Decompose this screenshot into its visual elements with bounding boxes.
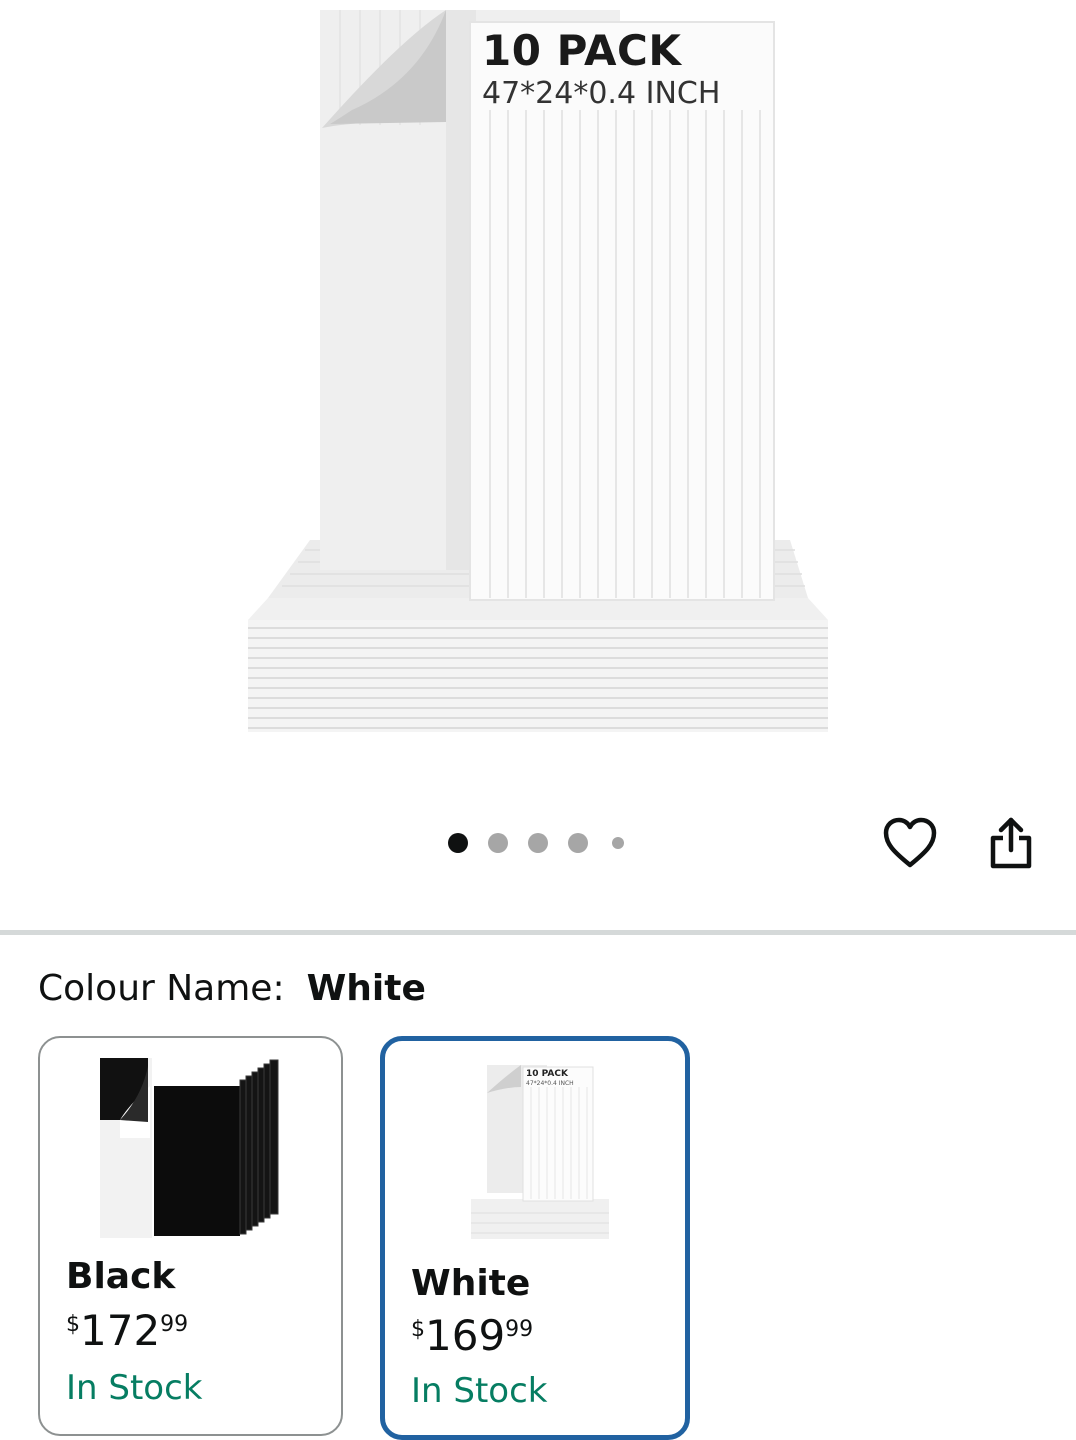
product-image-gallery[interactable]: 10 PACK 47*24*0.4 INCH [0,0,1076,930]
pagination-dot-3[interactable] [528,833,548,853]
colour-name-label: Colour Name: [38,968,285,1009]
image-pagination-dots [448,833,624,853]
product-banner-subtitle: 47*24*0.4 INCH [482,76,721,111]
price-fraction: 99 [505,1317,534,1342]
thumb-subtitle: 47*24*0.4 INCH [526,1080,574,1087]
price-whole: 169 [425,1311,506,1360]
pagination-dot-4[interactable] [568,833,588,853]
colour-name-row: Colour Name: White [38,968,426,1009]
add-to-wishlist-button[interactable] [880,812,940,874]
share-icon [990,817,1032,869]
swatch-availability: In Stock [411,1371,548,1411]
white-variant-thumbnail: 10 PACK 47*24*0.4 INCH [471,1065,609,1239]
price-currency: $ [66,1312,80,1337]
share-button[interactable] [982,812,1040,874]
pagination-dot-1[interactable] [448,833,468,853]
swatch-name: White [411,1263,531,1304]
swatch-price: $16999 [411,1311,533,1360]
pagination-dot-5[interactable] [612,837,624,849]
price-currency: $ [411,1317,425,1342]
price-whole: 172 [80,1306,161,1355]
thumb-title: 10 PACK [526,1069,569,1079]
swatch-availability: In Stock [66,1368,203,1408]
product-banner-title: 10 PACK [482,26,682,75]
colour-swatch-white[interactable]: 10 PACK 47*24*0.4 INCH White $16999 In S… [380,1036,690,1440]
price-fraction: 99 [160,1312,189,1337]
swatch-name: Black [66,1256,176,1297]
heart-icon [883,817,937,868]
colour-name-selected-value: White [306,968,426,1009]
colour-swatch-black[interactable]: Black $17299 In Stock [38,1036,343,1436]
product-image[interactable] [0,0,1076,760]
black-variant-thumbnail [100,1058,279,1238]
pagination-dot-2[interactable] [488,833,508,853]
section-divider [0,930,1076,935]
swatch-price: $17299 [66,1306,188,1355]
